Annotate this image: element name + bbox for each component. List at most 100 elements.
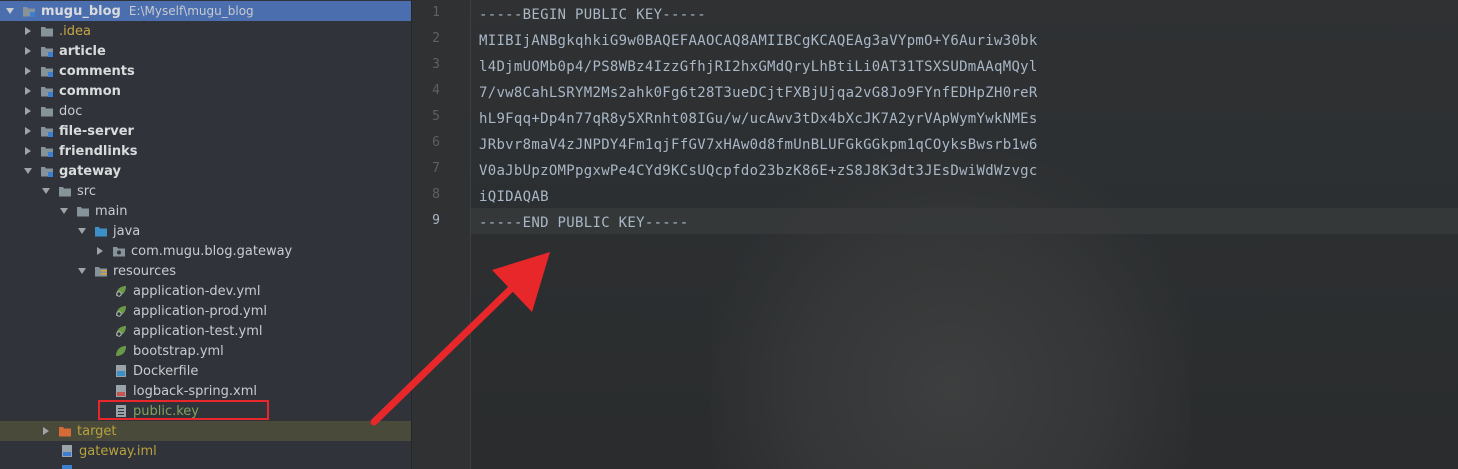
chevron-down-icon[interactable]	[78, 266, 86, 276]
tree-item-java[interactable]: java	[0, 221, 411, 241]
spring-config-icon	[116, 286, 126, 297]
chevron-down-icon[interactable]	[60, 206, 68, 216]
chevron-down-icon[interactable]	[6, 6, 14, 16]
line-number: 6	[432, 135, 440, 150]
tree-item-label: gateway	[59, 163, 121, 179]
tree-item-application-prod[interactable]: application-prod.yml	[0, 301, 411, 321]
chevron-right-icon[interactable]	[96, 246, 104, 256]
tree-item-application-test[interactable]: application-test.yml	[0, 321, 411, 341]
tree-root-label: mugu_blog	[41, 3, 121, 19]
tree-item-label: application-prod.yml	[133, 303, 268, 319]
tree-item-label: com.mugu.blog.gateway	[131, 243, 293, 259]
tree-item-label: article	[59, 43, 106, 59]
tree-item-label: comments	[59, 63, 135, 79]
tree-item-label: src	[77, 183, 96, 199]
tree-item-doc[interactable]: doc	[0, 101, 411, 121]
line-number: 4	[432, 83, 440, 98]
code-line[interactable]: V0aJbUpzOMPpgxwPe4CYd9KCsUQcpfdo23bzK86E…	[479, 158, 1038, 184]
code-line[interactable]: l4DjmUOMb0p4/PS8WBz4IzzGfhjRI2hxGMdQryLh…	[479, 54, 1038, 80]
tree-item-src[interactable]: src	[0, 181, 411, 201]
tree-item-package[interactable]: com.mugu.blog.gateway	[0, 241, 411, 261]
package-icon	[113, 247, 125, 257]
tree-root-path: E:\Myself\mugu_blog	[128, 4, 254, 18]
module-folder-icon	[41, 67, 53, 77]
tree-item-common[interactable]: common	[0, 81, 411, 101]
tree-item-partial[interactable]	[0, 461, 411, 469]
line-number: 2	[432, 31, 440, 46]
tree-item-dockerfile[interactable]: Dockerfile	[0, 361, 411, 381]
tree-item-label: Dockerfile	[133, 363, 199, 379]
chevron-right-icon[interactable]	[24, 66, 32, 76]
folder-icon	[77, 207, 89, 217]
code-line[interactable]: iQIDAQAB	[479, 184, 549, 210]
spring-config-icon	[116, 306, 126, 317]
tree-item-main[interactable]: main	[0, 201, 411, 221]
tree-root-mugu-blog[interactable]: mugu_blog E:\Myself\mugu_blog	[0, 1, 411, 21]
module-folder-icon	[41, 47, 53, 57]
arrow-shaft	[370, 276, 524, 426]
line-number: 8	[432, 187, 440, 202]
tree-item-gateway-iml[interactable]: gateway.iml	[0, 441, 411, 461]
code-editor[interactable]: -----BEGIN PUBLIC KEY----- MIIBIjANBgkqh…	[471, 0, 1458, 469]
line-number-current: 9	[432, 213, 440, 228]
tree-item-label: doc	[59, 103, 83, 119]
tree-item-label: .idea	[59, 23, 91, 39]
chevron-right-icon[interactable]	[24, 46, 32, 56]
tree-item-label: resources	[113, 263, 177, 279]
code-line[interactable]: -----END PUBLIC KEY-----	[479, 210, 689, 236]
line-number: 5	[432, 109, 440, 124]
tree-item-idea[interactable]: .idea	[0, 21, 411, 41]
tree-item-resources[interactable]: resources	[0, 261, 411, 281]
spring-config-icon	[116, 326, 126, 337]
code-line[interactable]: MIIBIjANBgkqhkiG9w0BAQEFAAOCAQ8AMIIBCgKC…	[479, 28, 1038, 54]
module-folder-icon	[41, 147, 53, 157]
chevron-right-icon[interactable]	[24, 26, 32, 36]
tree-item-gateway[interactable]: gateway	[0, 161, 411, 181]
docker-file-icon	[116, 365, 126, 377]
tree-item-label: application-dev.yml	[133, 283, 261, 299]
chevron-down-icon[interactable]	[24, 166, 32, 176]
tree-item-logback[interactable]: logback-spring.xml	[0, 381, 411, 401]
code-line[interactable]: -----BEGIN PUBLIC KEY-----	[479, 2, 706, 28]
resources-folder-icon	[95, 267, 107, 277]
file-icon	[62, 465, 72, 469]
tree-item-label: java	[113, 223, 141, 239]
chevron-down-icon[interactable]	[42, 186, 50, 196]
tree-item-comments[interactable]: comments	[0, 61, 411, 81]
module-folder-icon	[23, 7, 35, 17]
tree-item-label: application-test.yml	[133, 323, 263, 339]
chevron-right-icon[interactable]	[42, 426, 50, 436]
line-number: 1	[432, 5, 440, 20]
tree-item-application-dev[interactable]: application-dev.yml	[0, 281, 411, 301]
line-number: 3	[432, 57, 440, 72]
tree-item-label: gateway.iml	[79, 443, 157, 459]
tree-item-label: logback-spring.xml	[133, 383, 257, 399]
tree-item-label: friendlinks	[59, 143, 138, 159]
tree-item-label: bootstrap.yml	[133, 343, 224, 359]
folder-icon	[41, 107, 53, 117]
folder-icon	[41, 27, 53, 37]
editor-background-image	[711, 150, 1191, 469]
tree-item-bootstrap[interactable]: bootstrap.yml	[0, 341, 411, 361]
chevron-down-icon[interactable]	[78, 226, 86, 236]
tree-item-label: main	[95, 203, 128, 219]
line-number: 7	[432, 161, 440, 176]
project-tree-panel: mugu_blog E:\Myself\mugu_blog .idea arti…	[0, 0, 412, 469]
tree-item-label: file-server	[59, 123, 134, 139]
code-line[interactable]: JRbvr8maV4zJNPDY4Fm1qjFfGV7xHAw0d8fmUnBL…	[479, 132, 1038, 158]
tree-item-target[interactable]: target	[0, 421, 411, 441]
tree-item-friendlinks[interactable]: friendlinks	[0, 141, 411, 161]
chevron-right-icon[interactable]	[24, 106, 32, 116]
code-line[interactable]: 7/vw8CahLSRYM2Ms2ahk0Fg6t28T3ueDCjtFXBjU…	[479, 80, 1038, 106]
excluded-folder-icon	[59, 427, 71, 437]
tree-item-file-server[interactable]: file-server	[0, 121, 411, 141]
module-folder-icon	[41, 127, 53, 137]
xml-file-icon	[116, 385, 126, 397]
source-folder-icon	[95, 227, 107, 237]
chevron-right-icon[interactable]	[24, 126, 32, 136]
code-line[interactable]: hL9Fqq+Dp4n77qR8y5XRnht08IGu/w/ucAwv3tDx…	[479, 106, 1038, 132]
chevron-right-icon[interactable]	[24, 146, 32, 156]
annotation-highlight-box	[98, 400, 269, 420]
tree-item-article[interactable]: article	[0, 41, 411, 61]
chevron-right-icon[interactable]	[24, 86, 32, 96]
